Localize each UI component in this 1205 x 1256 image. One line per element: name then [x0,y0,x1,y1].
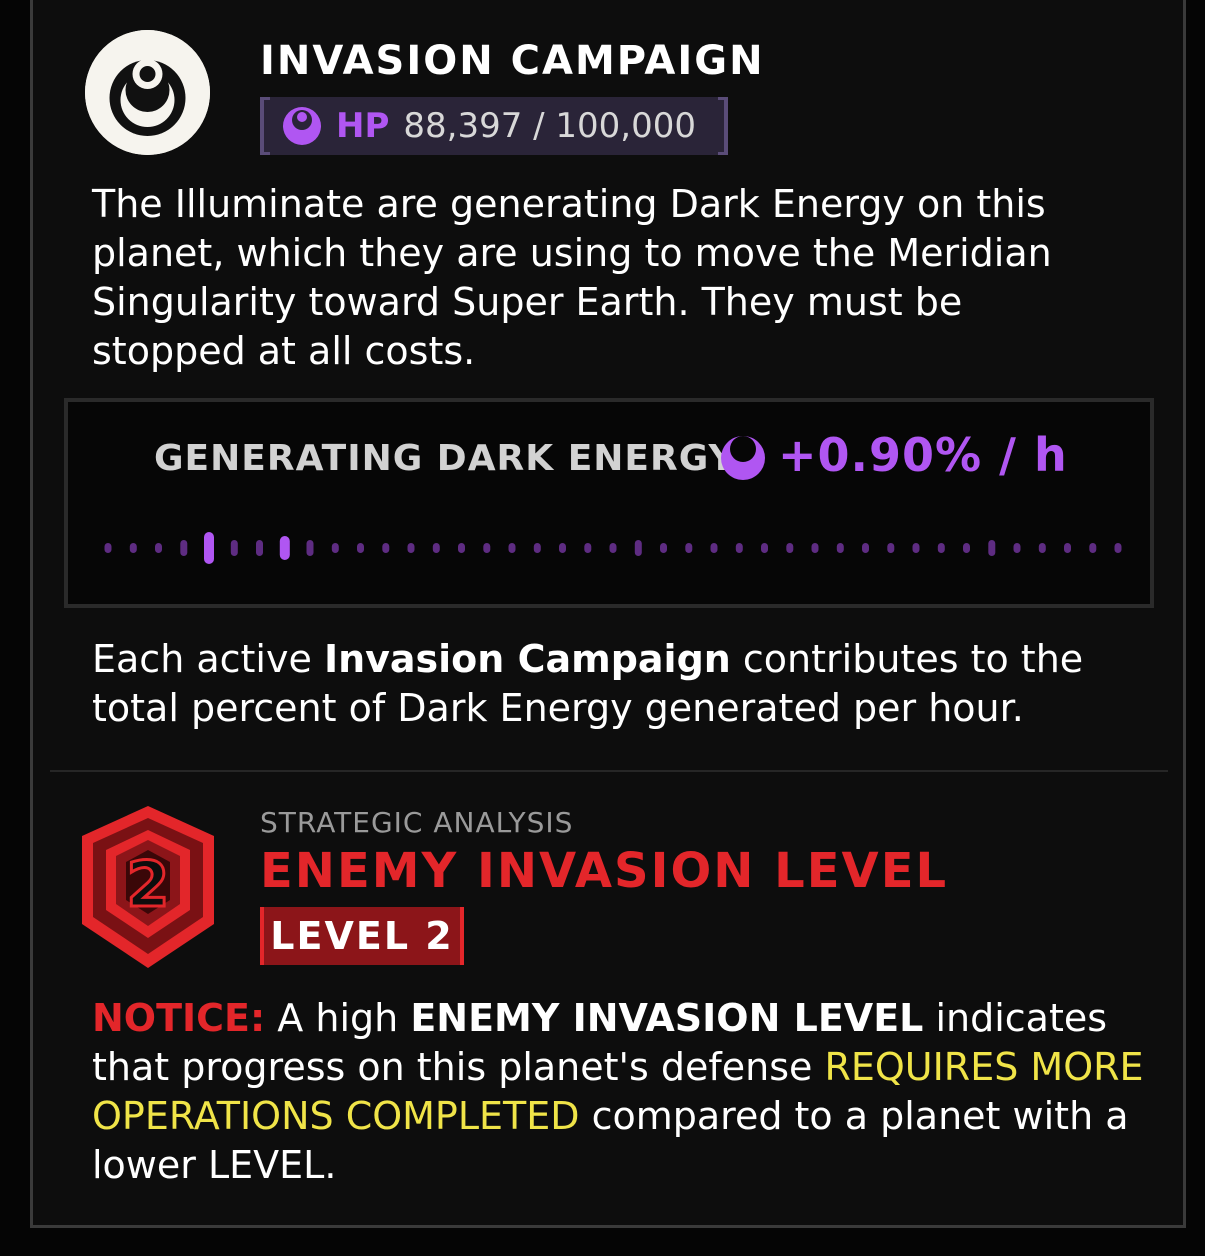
dark-energy-pip [887,543,895,553]
dark-energy-icon [283,107,321,145]
dark-energy-pip [685,543,693,553]
hp-label: HP [336,106,390,146]
dark-energy-pip [811,543,819,553]
dark-energy-pip [357,543,364,553]
illuminate-emblem-icon [85,30,210,155]
campaign-title: INVASION CAMPAIGN [260,38,765,84]
dark-energy-pip [458,543,465,553]
dark-energy-pip [306,540,314,556]
level-badge: LEVEL 2 [260,907,464,965]
notice-label: NOTICE: [92,996,266,1040]
dark-energy-pip [230,540,238,556]
dark-energy-pip [256,540,263,556]
dark-energy-pip [204,532,214,564]
dark-energy-label: GENERATING DARK ENERGY [154,438,736,479]
dark-energy-rate: +0.90% / h [778,428,1068,482]
dark-energy-pip [407,543,415,553]
level-badge-text: LEVEL 2 [270,914,454,958]
dark-energy-pip [609,543,617,553]
dark-energy-pip [1089,543,1097,553]
dark-energy-pip [584,543,592,553]
contribution-emphasis: Invasion Campaign [323,637,731,681]
dark-energy-pip [155,543,162,553]
dark-energy-pip [761,543,768,553]
dark-energy-pip [634,540,642,556]
enemy-invasion-level-title: ENEMY INVASION LEVEL [260,843,949,899]
dark-energy-pip [432,543,440,553]
shield-level-number: 2 [126,848,169,921]
dark-energy-pip [1114,543,1122,553]
campaign-description: The Illuminate are generating Dark Energ… [92,182,1052,373]
dark-energy-pip [1013,543,1021,553]
dark-energy-pip [836,543,844,553]
notice-text: NOTICE: A high ENEMY INVASION LEVEL indi… [92,994,1162,1190]
dark-energy-pip [483,543,491,553]
dark-energy-pip [559,543,566,553]
dark-energy-pip [129,543,137,553]
dark-energy-pip [710,543,718,553]
contribution-text: Each active Invasion Campaign contribute… [92,635,1152,733]
dark-energy-pip [533,543,541,553]
dark-energy-pip [279,536,290,560]
dark-energy-pip [104,543,112,553]
dark-energy-pip [660,543,667,553]
notice-emphasis: ENEMY INVASION LEVEL [410,996,924,1040]
dark-energy-pip [1038,543,1046,553]
dark-energy-pip [382,543,390,553]
hp-display: HP 88,397 / 100,000 [260,97,728,155]
dark-energy-panel: GENERATING DARK ENERGY +0.90% / h [64,398,1154,608]
dark-energy-icon [721,436,765,480]
dark-energy-pip [988,540,996,556]
hp-value: 88,397 / 100,000 [403,106,697,146]
section-divider [50,770,1168,772]
invasion-level-shield-icon: 2 [82,806,214,968]
dark-energy-pip [735,543,743,553]
dark-energy-pip [180,540,188,556]
dark-energy-pip [786,543,794,553]
dark-energy-pip [1064,543,1071,553]
dark-energy-pip [862,543,869,553]
dark-energy-indicator-track [104,532,1122,564]
dark-energy-pip [912,543,920,553]
dark-energy-pip [937,543,945,553]
dark-energy-pip [963,543,970,553]
strategic-analysis-label: STRATEGIC ANALYSIS [260,806,574,839]
dark-energy-pip [331,543,339,553]
notice-part1: A high [265,996,411,1040]
contribution-prefix: Each active [92,637,324,681]
dark-energy-pip [508,543,516,553]
